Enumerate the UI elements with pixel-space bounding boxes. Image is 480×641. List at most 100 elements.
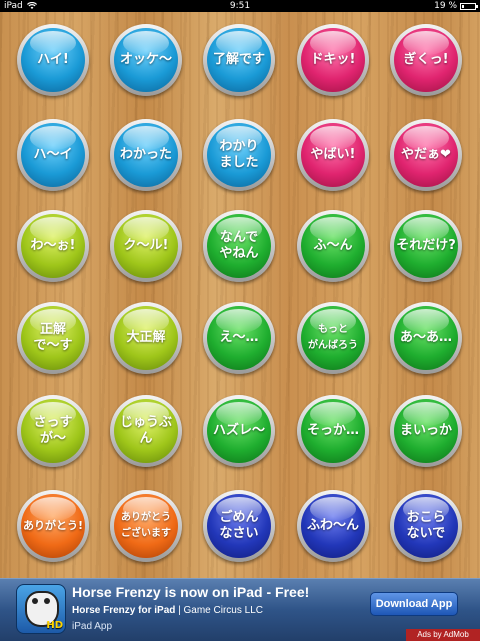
- sound-button-ball: え〜…: [207, 306, 271, 370]
- battery-icon: [460, 2, 478, 10]
- sound-button-ball: ありがとう!: [21, 494, 85, 558]
- sound-button-label: わかり ました: [219, 139, 259, 170]
- sound-button-ball: おこら ないで: [394, 494, 458, 558]
- sound-button[interactable]: ドキッ!: [297, 24, 369, 96]
- sound-button[interactable]: それだけ?: [390, 210, 462, 282]
- sound-button-ball: やばい!: [301, 123, 365, 187]
- sound-button[interactable]: やだぁ❤: [390, 119, 462, 191]
- sound-button[interactable]: わ〜ぉ!: [17, 210, 89, 282]
- wood-background: ハイ! オッケ〜 了解です ドキッ! ぎくっ! ハ〜イ わかった わかり ました やばい! やだぁ…: [0, 12, 480, 578]
- sound-button-label: ごめん なさい: [219, 510, 259, 541]
- sound-button-ball: ふわ〜ん: [301, 494, 365, 558]
- sound-button-ball: まいっか: [394, 399, 458, 463]
- sound-button[interactable]: ありがとう!: [17, 490, 89, 562]
- sound-button-label: もっと がんばろう: [308, 324, 358, 351]
- sound-button-label: 正解 で〜す: [33, 322, 73, 353]
- sound-button-label: なんで やねん: [219, 230, 259, 261]
- sound-button-ball: ありがとう ございます: [114, 494, 178, 558]
- sound-button[interactable]: ク〜ル!: [110, 210, 182, 282]
- sound-button-ball: 正解 で〜す: [21, 306, 85, 370]
- app-icon[interactable]: HD: [16, 584, 66, 634]
- sound-button-label: そっか…: [306, 423, 359, 438]
- sound-button-label: 大正解: [126, 330, 166, 345]
- battery-percent: 19 %: [434, 1, 457, 11]
- sound-button[interactable]: ふわ〜ん: [297, 490, 369, 562]
- sound-button-ball: わかり ました: [207, 123, 271, 187]
- sound-button[interactable]: やばい!: [297, 119, 369, 191]
- sound-button[interactable]: ハズレ〜: [203, 395, 275, 467]
- sound-button-label: ふ〜ん: [313, 238, 353, 253]
- sound-button[interactable]: ふ〜ん: [297, 210, 369, 282]
- sound-button[interactable]: え〜…: [203, 302, 275, 374]
- sound-button-label: さっすが〜: [33, 415, 73, 446]
- sound-button[interactable]: 正解 で〜す: [17, 302, 89, 374]
- sound-button-label: ふわ〜ん: [306, 518, 359, 533]
- sound-button-ball: なんで やねん: [207, 214, 271, 278]
- sound-button-ball: ハ〜イ: [21, 123, 85, 187]
- sound-button[interactable]: なんで やねん: [203, 210, 275, 282]
- sound-button-ball: ドキッ!: [301, 28, 365, 92]
- hd-badge: HD: [46, 620, 63, 631]
- sound-button[interactable]: ごめん なさい: [203, 490, 275, 562]
- sound-button-label: あ〜あ…: [399, 330, 452, 345]
- sound-button-label: ぎくっ!: [403, 52, 449, 67]
- sound-button[interactable]: 大正解: [110, 302, 182, 374]
- sound-button-label: わ〜ぉ!: [30, 238, 76, 253]
- sound-button-label: やばい!: [310, 147, 356, 162]
- sound-button-ball: ふ〜ん: [301, 214, 365, 278]
- sound-button-ball: オッケ〜: [114, 28, 178, 92]
- sound-button-ball: わかった: [114, 123, 178, 187]
- sound-button-ball: ハズレ〜: [207, 399, 271, 463]
- sound-button-label: ありがとう!: [22, 519, 84, 532]
- sound-button[interactable]: おこら ないで: [390, 490, 462, 562]
- sound-button-label: ハ〜イ: [33, 147, 73, 162]
- sound-button[interactable]: まいっか: [390, 395, 462, 467]
- sound-button-ball: そっか…: [301, 399, 365, 463]
- ad-app-name: Horse Frenzy for iPad: [72, 605, 176, 616]
- sound-button-ball: もっと がんばろう: [301, 306, 365, 370]
- sound-button-ball: ぎくっ!: [394, 28, 458, 92]
- sound-button-label: やだぁ❤: [401, 147, 451, 162]
- sound-button-ball: ク〜ル!: [114, 214, 178, 278]
- sound-button[interactable]: ありがとう ございます: [110, 490, 182, 562]
- sound-button[interactable]: ハイ!: [17, 24, 89, 96]
- sound-button-label: それだけ?: [396, 238, 456, 253]
- sound-button-ball: やだぁ❤: [394, 123, 458, 187]
- sound-button-label: わかった: [119, 147, 172, 162]
- sound-button-label: ク〜ル!: [123, 238, 169, 253]
- sound-button-ball: ごめん なさい: [207, 494, 271, 558]
- sound-button-ball: 了解です: [207, 28, 271, 92]
- download-app-button[interactable]: Download App: [370, 592, 458, 616]
- sound-button[interactable]: ハ〜イ: [17, 119, 89, 191]
- sound-button-grid: ハイ! オッケ〜 了解です ドキッ! ぎくっ! ハ〜イ わかった わかり ました やばい! やだぁ…: [0, 12, 480, 578]
- sound-button[interactable]: もっと がんばろう: [297, 302, 369, 374]
- status-bar: iPad 9:51 19 %: [0, 0, 480, 12]
- sound-button[interactable]: ぎくっ!: [390, 24, 462, 96]
- sound-button-ball: あ〜あ…: [394, 306, 458, 370]
- sound-button-label: ありがとう ございます: [121, 512, 171, 539]
- ads-attribution: Ads by AdMob: [406, 629, 480, 641]
- sound-button-label: オッケ〜: [119, 52, 172, 67]
- sound-button-ball: さっすが〜: [21, 399, 85, 463]
- sound-button[interactable]: あ〜あ…: [390, 302, 462, 374]
- sound-button[interactable]: わかった: [110, 119, 182, 191]
- sound-button-label: おこら ないで: [406, 510, 446, 541]
- sound-button[interactable]: 了解です: [203, 24, 275, 96]
- sound-button[interactable]: じゅうぶん: [110, 395, 182, 467]
- ad-banner[interactable]: HD Horse Frenzy is now on iPad - Free! H…: [0, 578, 480, 641]
- sound-button-ball: わ〜ぉ!: [21, 214, 85, 278]
- ad-publisher: | Game Circus LLC: [175, 605, 263, 616]
- status-right: 19 %: [434, 0, 478, 12]
- sound-button[interactable]: わかり ました: [203, 119, 275, 191]
- sound-button[interactable]: オッケ〜: [110, 24, 182, 96]
- sound-button-label: ハズレ〜: [212, 423, 265, 438]
- sound-button-ball: 大正解: [114, 306, 178, 370]
- sound-button-label: ハイ!: [37, 52, 69, 67]
- sound-button-ball: ハイ!: [21, 28, 85, 92]
- sound-button[interactable]: さっすが〜: [17, 395, 89, 467]
- sound-button-label: え〜…: [219, 330, 259, 345]
- ad-category: iPad App: [72, 621, 113, 632]
- ad-title: Horse Frenzy is now on iPad - Free!: [72, 584, 310, 600]
- sound-button[interactable]: そっか…: [297, 395, 369, 467]
- clock: 9:51: [229, 1, 251, 11]
